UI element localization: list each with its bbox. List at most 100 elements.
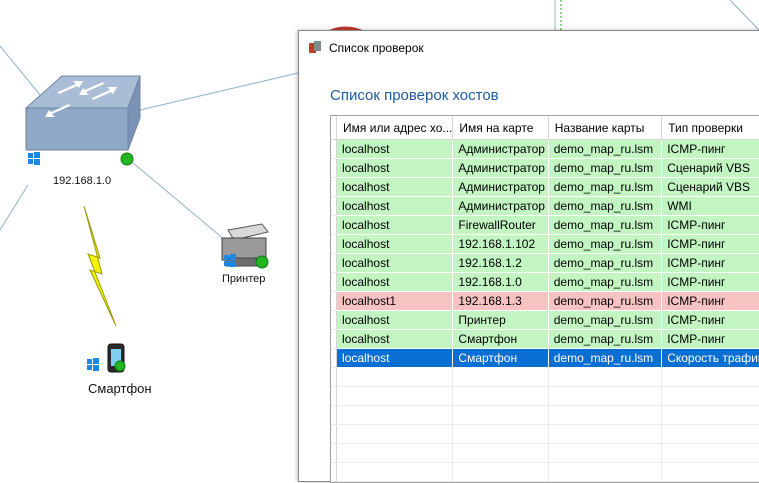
table-row[interactable]: localhost 192.168.1.102 demo_map_ru.lsm ICM… [331,234,759,254]
table-cell-map-name[interactable]: Смартфон [452,348,549,368]
table-cell-host[interactable]: localhost [336,215,454,235]
table-cell-check-type[interactable]: Сценарий VBS [661,177,759,197]
table-cell-check-type[interactable]: WMI [661,196,759,216]
empty-cell [548,367,663,387]
map-guide-line-right [729,0,759,31]
status-ok-icon [255,255,269,269]
table-cell-map-name[interactable]: 192.168.1.102 [452,234,549,254]
empty-row [331,424,759,444]
empty-cell [336,405,454,425]
column-header-map-title[interactable]: Название карты [548,116,663,140]
table-cell-check-type[interactable]: ICMP-пинг [661,234,759,254]
empty-cell [336,386,454,406]
empty-cell [548,462,663,482]
column-header-check-type[interactable]: Тип проверки [661,116,759,140]
empty-cell [661,386,759,406]
table-cell-map-title[interactable]: demo_map_ru.lsm [548,234,663,254]
empty-cell [548,443,663,463]
table-cell-host[interactable]: localhost [336,234,454,254]
column-header-map-name[interactable]: Имя на карте [452,116,549,140]
empty-cell [452,424,549,444]
link-switch-printer [131,161,233,247]
table-cell-host[interactable]: localhost [336,272,454,292]
table-cell-map-title[interactable]: demo_map_ru.lsm [548,348,663,368]
empty-cell [661,367,759,387]
table-header-row: Имя или адрес хо... Имя на карте Названи… [331,116,759,140]
empty-cell [452,462,549,482]
table-cell-map-name[interactable]: Администратор [452,196,549,216]
table-row[interactable]: localhost Смартфон demo_map_ru.lsm ICMP-пин… [331,329,759,349]
table-cell-host[interactable]: localhost [336,253,454,273]
table-cell-host[interactable]: localhost [336,310,454,330]
table-cell-host[interactable]: localhost [336,177,454,197]
table-cell-map-name[interactable]: Администратор [452,158,549,178]
app-icon [309,41,321,53]
dialog-titlebar[interactable]: Список проверок [299,31,759,64]
wireless-link-icon [83,205,117,327]
empty-cell [452,386,549,406]
windows-icon [87,358,99,371]
table-cell-map-title[interactable]: demo_map_ru.lsm [548,139,663,159]
switch-icon[interactable] [24,75,141,151]
table-cell-map-name[interactable]: Администратор [452,177,549,197]
table-cell-check-type[interactable]: ICMP-пинг [661,329,759,349]
table-row[interactable]: localhost 192.168.1.2 demo_map_ru.lsm ICMP-… [331,253,759,273]
empty-cell [336,462,454,482]
table-cell-map-title[interactable]: demo_map_ru.lsm [548,215,663,235]
table-cell-host[interactable]: localhost [336,196,454,216]
table-cell-check-type[interactable]: ICMP-пинг [661,272,759,292]
table-cell-map-title[interactable]: demo_map_ru.lsm [548,158,663,178]
table-row[interactable]: localhost Администратор demo_map_ru.lsm Сце… [331,177,759,197]
table-row[interactable]: localhost Принтер demo_map_ru.lsm ICMP-пинг [331,310,759,330]
checks-table[interactable]: Имя или адрес хо... Имя на карте Названи… [330,115,759,483]
table-cell-map-name[interactable]: 192.168.1.0 [452,272,549,292]
table-cell-check-type[interactable]: Скорость трафика [661,348,759,368]
table-cell-map-name[interactable]: FirewallRouter [452,215,549,235]
table-cell-host[interactable]: localhost [336,139,454,159]
table-row[interactable]: localhost1 192.168.1.3 demo_map_ru.lsm ICMP… [331,291,759,311]
empty-cell [336,424,454,444]
table-row[interactable]: localhost Администратор demo_map_ru.lsm ICM… [331,139,759,159]
table-row[interactable]: localhost Смартфон demo_map_ru.lsm Скорость… [331,348,759,368]
table-cell-map-name[interactable]: 192.168.1.3 [452,291,549,311]
table-cell-map-title[interactable]: demo_map_ru.lsm [548,329,663,349]
table-cell-check-type[interactable]: ICMP-пинг [661,139,759,159]
table-cell-host[interactable]: localhost [336,329,454,349]
table-cell-map-name[interactable]: 192.168.1.2 [452,253,549,273]
table-cell-map-title[interactable]: demo_map_ru.lsm [548,253,663,273]
empty-cell [336,443,454,463]
table-cell-check-type[interactable]: ICMP-пинг [661,310,759,330]
column-header-host[interactable]: Имя или адрес хо... [336,116,454,140]
empty-cell [661,424,759,444]
windows-icon [28,152,40,165]
table-cell-map-name[interactable]: Администратор [452,139,549,159]
table-cell-map-title[interactable]: demo_map_ru.lsm [548,310,663,330]
checks-list-dialog[interactable]: Список проверок Список проверок хостов И… [298,30,759,483]
empty-cell [336,367,454,387]
table-cell-host[interactable]: localhost [336,158,454,178]
switch-label: 192.168.1.0 [53,175,112,187]
table-cell-check-type[interactable]: ICMP-пинг [661,291,759,311]
table-cell-map-name[interactable]: Смартфон [452,329,549,349]
table-row[interactable]: localhost FirewallRouter demo_map_ru.lsm IC… [331,215,759,235]
smartphone-icon[interactable] [107,343,126,373]
table-cell-map-title[interactable]: demo_map_ru.lsm [548,196,663,216]
table-row[interactable]: localhost 192.168.1.0 demo_map_ru.lsm ICMP-… [331,272,759,292]
table-cell-check-type[interactable]: ICMP-пинг [661,215,759,235]
table-cell-map-title[interactable]: demo_map_ru.lsm [548,291,663,311]
empty-cell [661,462,759,482]
empty-row [331,443,759,463]
table-cell-host[interactable]: localhost1 [336,291,454,311]
empty-cell [548,386,663,406]
table-cell-check-type[interactable]: ICMP-пинг [661,253,759,273]
table-cell-host[interactable]: localhost [336,348,454,368]
table-row[interactable]: localhost Администратор demo_map_ru.lsm Сце… [331,158,759,178]
empty-cell [548,405,663,425]
table-row[interactable]: localhost Администратор demo_map_ru.lsm WMI [331,196,759,216]
smartphone-label: Смартфон [88,381,152,396]
table-cell-map-title[interactable]: demo_map_ru.lsm [548,272,663,292]
table-cell-check-type[interactable]: Сценарий VBS [661,158,759,178]
table-cell-map-title[interactable]: demo_map_ru.lsm [548,177,663,197]
table-cell-map-name[interactable]: Принтер [452,310,549,330]
printer-label: Принтер [222,273,266,285]
